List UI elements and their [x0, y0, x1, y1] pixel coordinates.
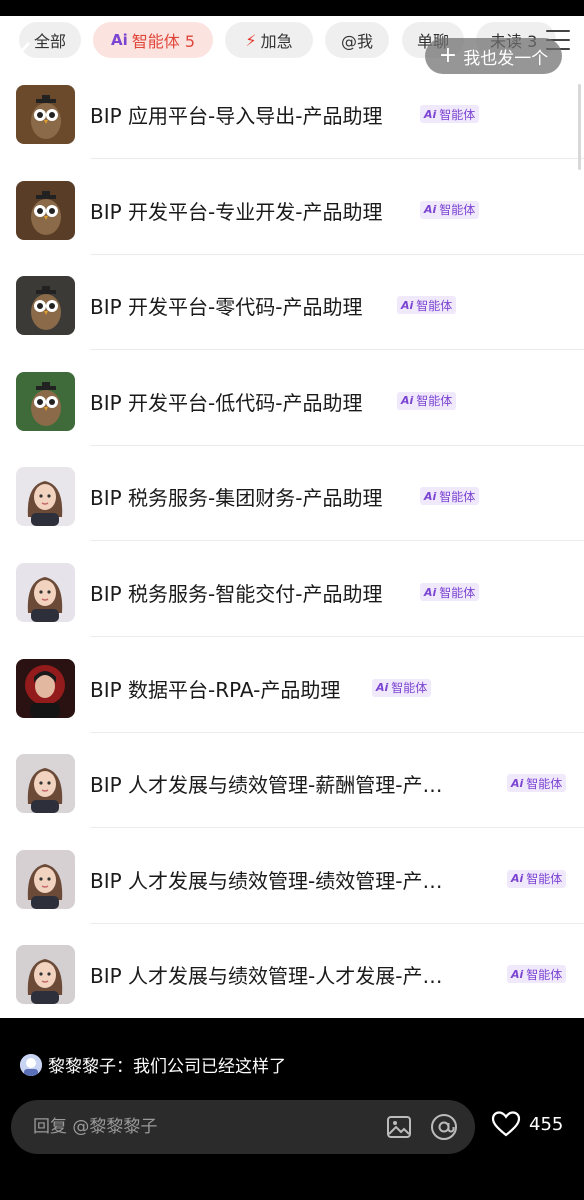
- lightning-icon: ⚡: [245, 30, 257, 50]
- agent-name: BIP 应用平台-导入导出-产品助理: [90, 104, 383, 128]
- woman-avatar-icon[interactable]: [16, 754, 75, 814]
- ai-agent-badge: Ai 智能体: [507, 774, 567, 793]
- image-icon[interactable]: [385, 1113, 413, 1141]
- chat-list-screen: 全部 Ai 智能体 5 ⚡ 加急 @我 单聊 未读 3 + 我也发一个 BIP …: [0, 16, 584, 1018]
- owl-icon[interactable]: [16, 276, 75, 336]
- agent-list-item[interactable]: BIP 开发平台-专业开发-产品助理 Ai 智能体: [0, 160, 584, 255]
- status-bar: [0, 0, 584, 16]
- ai-agent-badge-label: 智能体: [439, 585, 476, 600]
- scrollbar[interactable]: [578, 84, 581, 170]
- ai-agent-badge-label: 智能体: [439, 203, 476, 218]
- agent-list-item[interactable]: BIP 开发平台-低代码-产品助理 Ai 智能体: [0, 351, 584, 446]
- filter-chip-urgent[interactable]: ⚡ 加急: [225, 22, 313, 58]
- ai-icon: Ai: [424, 107, 437, 121]
- ai-agent-badge-label: 智能体: [416, 394, 453, 409]
- agent-name: BIP 税务服务-智能交付-产品助理: [90, 582, 383, 606]
- ai-agent-badge-label: 智能体: [439, 489, 476, 504]
- comment-panel: 黎黎黎子： 我们公司已经这样了 455: [0, 1018, 584, 1200]
- ai-agent-badge-label: 智能体: [416, 298, 453, 313]
- ai-agent-badge-label: 智能体: [526, 872, 563, 887]
- agent-list-item[interactable]: BIP 人才发展与绩效管理-薪酬管理-产… Ai 智能体: [0, 733, 584, 829]
- avatar[interactable]: [20, 1053, 42, 1076]
- filter-chip-ai-agents[interactable]: Ai 智能体 5: [93, 22, 213, 58]
- ai-icon: Ai: [511, 872, 524, 886]
- comment-author[interactable]: 黎黎黎子: [48, 1052, 116, 1077]
- ai-agent-badge-label: 智能体: [526, 776, 563, 791]
- ai-icon: Ai: [424, 585, 437, 599]
- ai-icon: Ai: [424, 203, 437, 217]
- filter-chip-mentions[interactable]: @我: [325, 22, 389, 58]
- heart-icon: [491, 1111, 521, 1137]
- agent-list-item[interactable]: BIP 开发平台-零代码-产品助理 Ai 智能体: [0, 255, 584, 351]
- ai-icon: Ai: [511, 967, 524, 981]
- owl-icon[interactable]: [16, 180, 75, 240]
- ai-icon: Ai: [511, 776, 524, 790]
- ai-agent-badge: Ai 智能体: [420, 487, 480, 506]
- filter-chip-label: @我: [340, 32, 373, 51]
- woman-avatar-icon[interactable]: [16, 467, 75, 527]
- ai-agent-badge: Ai 智能体: [397, 296, 457, 315]
- ai-icon: Ai: [401, 298, 414, 312]
- agent-name: BIP 人才发展与绩效管理-人才发展-产…: [90, 964, 443, 989]
- woman-avatar-icon[interactable]: [16, 658, 75, 718]
- ai-agent-badge-label: 智能体: [391, 681, 428, 696]
- agent-list-item[interactable]: BIP 税务服务-智能交付-产品助理 Ai 智能体: [0, 542, 584, 637]
- agent-list-item[interactable]: BIP 应用平台-导入导出-产品助理 Ai 智能体: [0, 64, 584, 159]
- ai-agent-badge-label: 智能体: [439, 107, 476, 122]
- agent-name: BIP 数据平台-RPA-产品助理: [90, 677, 341, 702]
- ai-agent-badge: Ai 智能体: [420, 105, 480, 123]
- agent-list-item[interactable]: BIP 人才发展与绩效管理-人才发展-产… Ai 智能体: [0, 924, 584, 1018]
- agent-name: BIP 开发平台-低代码-产品助理: [90, 390, 363, 415]
- woman-avatar-icon[interactable]: [16, 945, 75, 1005]
- agent-name: BIP 开发平台-专业开发-产品助理: [90, 199, 383, 224]
- filter-chip-label: 智能体 5: [131, 32, 196, 51]
- comment-text: 我们公司已经这样了: [133, 1057, 286, 1077]
- like-button[interactable]: 455: [491, 1110, 563, 1138]
- ai-icon: Ai: [424, 489, 437, 503]
- ai-agent-badge: Ai 智能体: [507, 869, 567, 888]
- woman-avatar-icon[interactable]: [16, 849, 75, 909]
- agent-name: BIP 人才发展与绩效管理-绩效管理-产…: [90, 868, 443, 893]
- agent-list-item[interactable]: BIP 人才发展与绩效管理-绩效管理-产… Ai 智能体: [0, 829, 584, 924]
- agent-name: BIP 开发平台-零代码-产品助理: [90, 295, 363, 320]
- filter-chip-label: 全部: [33, 32, 66, 51]
- agent-name: BIP 人才发展与绩效管理-薪酬管理-产…: [90, 773, 443, 798]
- like-count: 455: [529, 1113, 564, 1135]
- reply-input[interactable]: [33, 1100, 373, 1154]
- at-mention-icon[interactable]: [429, 1112, 459, 1142]
- ai-icon: Ai: [110, 31, 128, 49]
- ai-agent-badge: Ai 智能体: [397, 391, 457, 410]
- ai-agent-badge: Ai 智能体: [507, 965, 567, 984]
- owl-icon[interactable]: [16, 85, 75, 144]
- agent-name: BIP 税务服务-集团财务-产品助理: [90, 486, 383, 511]
- filter-chip-label: 加急: [260, 32, 293, 51]
- ai-agent-badge: Ai 智能体: [420, 200, 480, 219]
- ai-icon: Ai: [376, 681, 389, 695]
- agent-list-item[interactable]: BIP 数据平台-RPA-产品助理 Ai 智能体: [0, 638, 584, 733]
- ai-agent-badge-label: 智能体: [526, 967, 563, 982]
- woman-avatar-icon[interactable]: [16, 563, 75, 622]
- ai-agent-badge: Ai 智能体: [420, 583, 480, 601]
- ai-icon: Ai: [401, 394, 414, 408]
- owl-icon[interactable]: [16, 371, 75, 431]
- comment: 黎黎黎子： 我们公司已经这样了: [20, 1052, 286, 1077]
- agent-list-item[interactable]: BIP 税务服务-集团财务-产品助理 Ai 智能体: [0, 446, 584, 542]
- reply-box: [11, 1100, 475, 1154]
- ai-agent-badge: Ai 智能体: [372, 678, 432, 697]
